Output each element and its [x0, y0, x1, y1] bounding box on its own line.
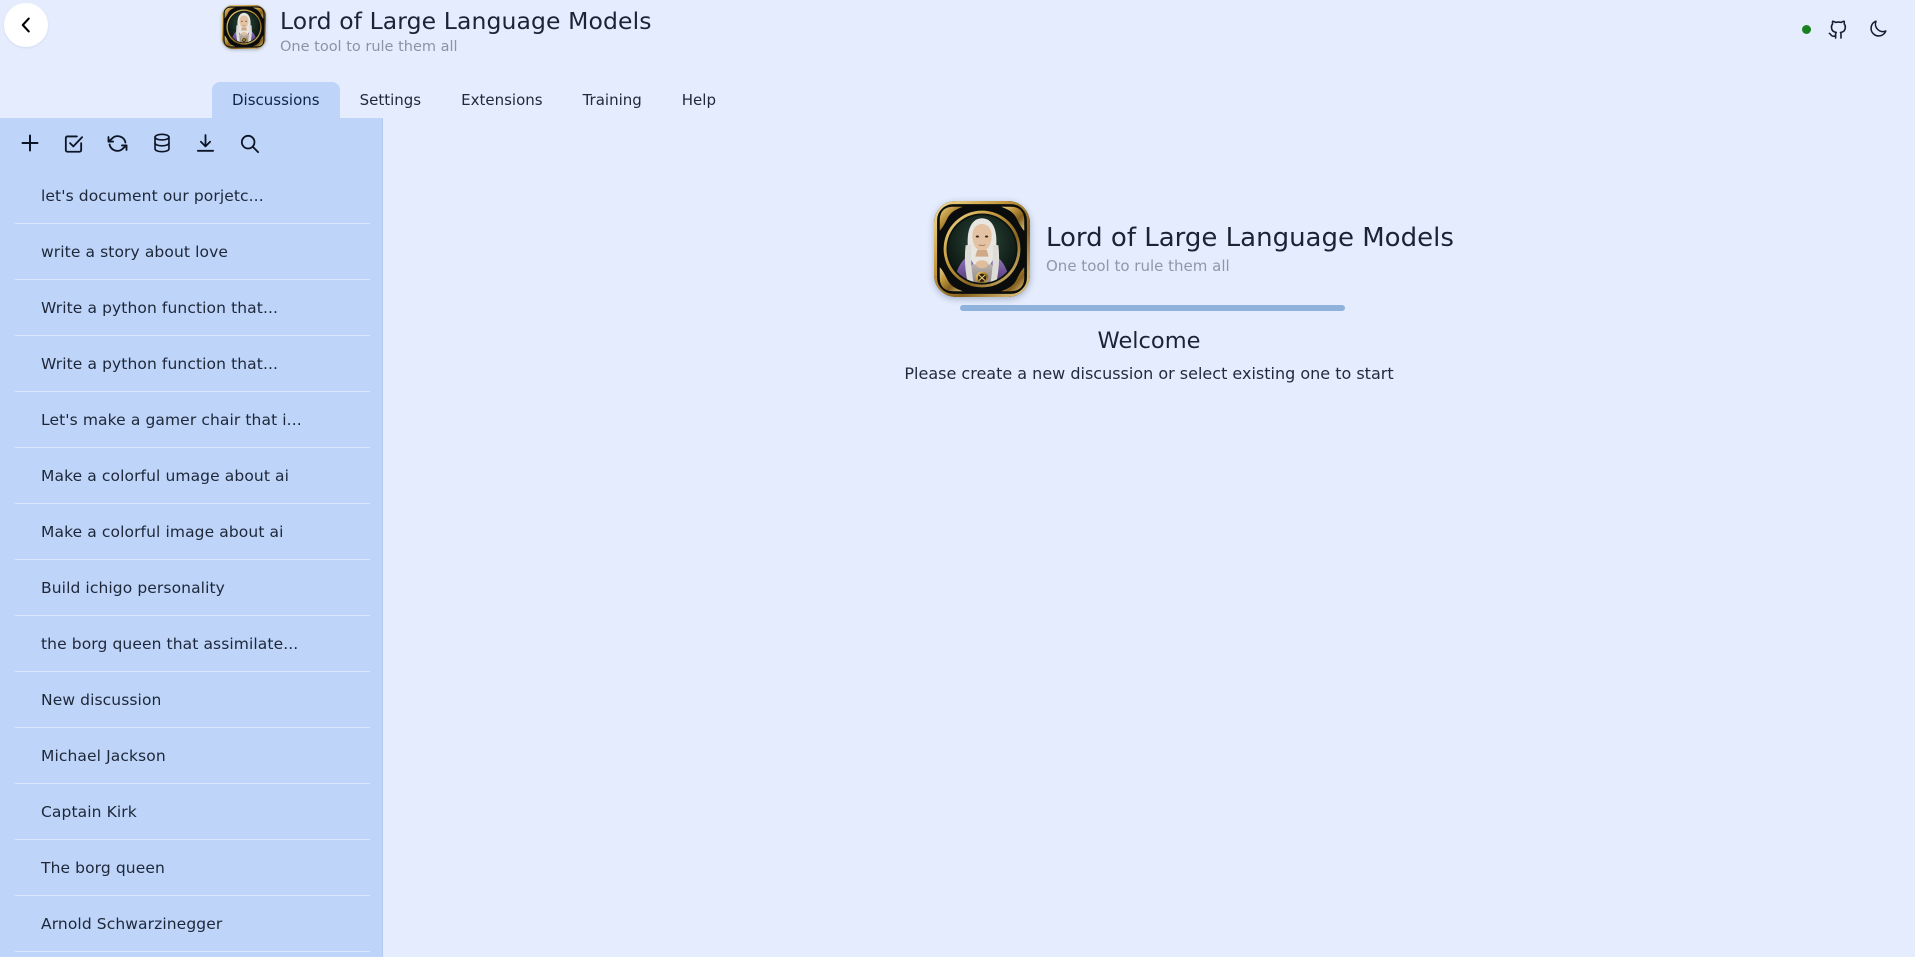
welcome-heading: Welcome [1097, 328, 1201, 354]
chevron-left-icon [15, 14, 37, 36]
reload-discussions-button[interactable] [102, 128, 133, 159]
discussions-sidebar: let's document our porjetc... write a st… [0, 118, 383, 957]
welcome-title: Lord of Large Language Models [1046, 222, 1454, 253]
tab-training[interactable]: Training [563, 82, 662, 118]
list-item[interactable]: Build ichigo personality [0, 560, 382, 616]
header-actions [1802, 14, 1891, 44]
welcome-panel: Lord of Large Language Models One tool t… [904, 201, 1454, 386]
welcome-subtitle: One tool to rule them all [1046, 256, 1230, 275]
discussion-list[interactable]: let's document our porjetc... write a st… [0, 168, 382, 957]
list-item[interactable]: let's document our porjetc... [0, 168, 382, 224]
list-item[interactable]: The borg queen [0, 840, 382, 896]
theme-toggle-button[interactable] [1865, 16, 1891, 42]
app-avatar [934, 201, 1030, 297]
welcome-description: Please create a new discussion or select… [904, 364, 1394, 383]
list-item[interactable]: Michael Jackson [0, 728, 382, 784]
checkbox-check-icon [62, 132, 85, 155]
download-icon [194, 132, 217, 155]
tab-settings[interactable]: Settings [340, 82, 442, 118]
search-discussions-button[interactable] [234, 128, 265, 159]
list-item[interactable]: Write a python function that... [0, 280, 382, 336]
database-button[interactable] [146, 128, 177, 159]
app-avatar [222, 5, 266, 49]
page-title: Lord of Large Language Models [280, 7, 652, 35]
database-icon [151, 132, 173, 154]
new-discussion-button[interactable] [14, 128, 45, 159]
welcome-header: Lord of Large Language Models One tool t… [934, 201, 1454, 297]
search-icon [238, 132, 261, 155]
list-item[interactable]: Write a python function that... [0, 336, 382, 392]
tab-extensions[interactable]: Extensions [441, 82, 562, 118]
list-item[interactable]: Captain Kirk [0, 784, 382, 840]
app-header: Lord of Large Language Models One tool t… [0, 0, 1915, 118]
back-button[interactable] [4, 3, 48, 47]
main-content: Lord of Large Language Models One tool t… [383, 118, 1915, 957]
page-subtitle: One tool to rule them all [280, 39, 458, 55]
tab-discussions[interactable]: Discussions [212, 82, 340, 118]
list-item[interactable]: Let's make a gamer chair that i... [0, 392, 382, 448]
select-discussions-button[interactable] [58, 128, 89, 159]
github-link-button[interactable] [1825, 16, 1851, 42]
app-body: let's document our porjetc... write a st… [0, 118, 1915, 957]
welcome-header-text: Lord of Large Language Models One tool t… [1046, 222, 1454, 277]
list-item[interactable]: Make a colorful image about ai [0, 504, 382, 560]
list-item[interactable]: New discussion [0, 672, 382, 728]
connection-status-dot [1802, 24, 1811, 34]
app-root: Lord of Large Language Models One tool t… [0, 0, 1915, 957]
list-item[interactable]: Arnold Schwarzinegger [0, 896, 382, 952]
plus-icon [18, 131, 42, 155]
github-icon [1826, 17, 1850, 41]
main-tabs: Discussions Settings Extensions Training… [0, 82, 736, 118]
moon-icon [1867, 18, 1889, 40]
list-item[interactable]: write a story about love [0, 224, 382, 280]
export-discussions-button[interactable] [190, 128, 221, 159]
list-item[interactable]: Make a colorful umage about ai [0, 448, 382, 504]
list-item[interactable]: the borg queen that assimilate... [0, 616, 382, 672]
tab-help[interactable]: Help [662, 82, 736, 118]
welcome-divider [960, 305, 1345, 311]
refresh-icon [106, 132, 129, 155]
brand: Lord of Large Language Models One tool t… [222, 5, 652, 57]
sidebar-toolbar [0, 118, 382, 168]
brand-text: Lord of Large Language Models One tool t… [280, 5, 652, 57]
